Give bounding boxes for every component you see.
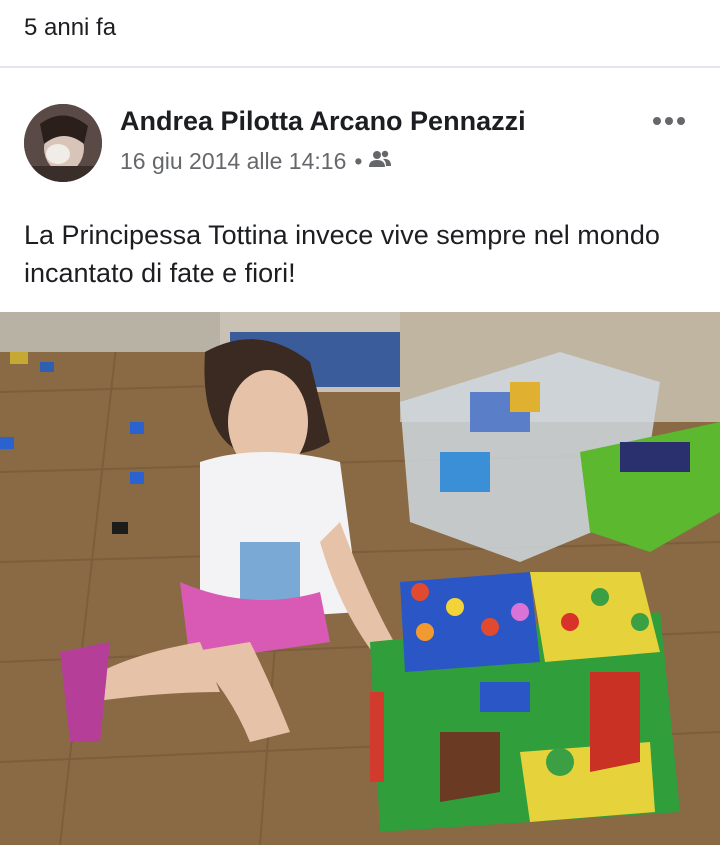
post-photo[interactable] [0, 312, 720, 845]
photo-illustration [0, 312, 720, 845]
author-name[interactable]: Andrea Pilotta Arcano Pennazzi [120, 106, 526, 137]
post-timestamp[interactable]: 16 giu 2014 alle 14:16 [120, 148, 346, 175]
avatar-image [24, 104, 102, 182]
meta-separator: • [354, 148, 363, 174]
memory-time-ago: 5 anni fa [24, 14, 117, 41]
post-meta: 16 giu 2014 alle 14:16 • [120, 148, 392, 175]
avatar[interactable] [24, 104, 102, 182]
post-text: La Principessa Tottina invece vive sempr… [24, 220, 660, 288]
friends-icon[interactable] [368, 148, 392, 175]
divider [0, 66, 720, 68]
more-options-icon[interactable] [644, 104, 694, 138]
